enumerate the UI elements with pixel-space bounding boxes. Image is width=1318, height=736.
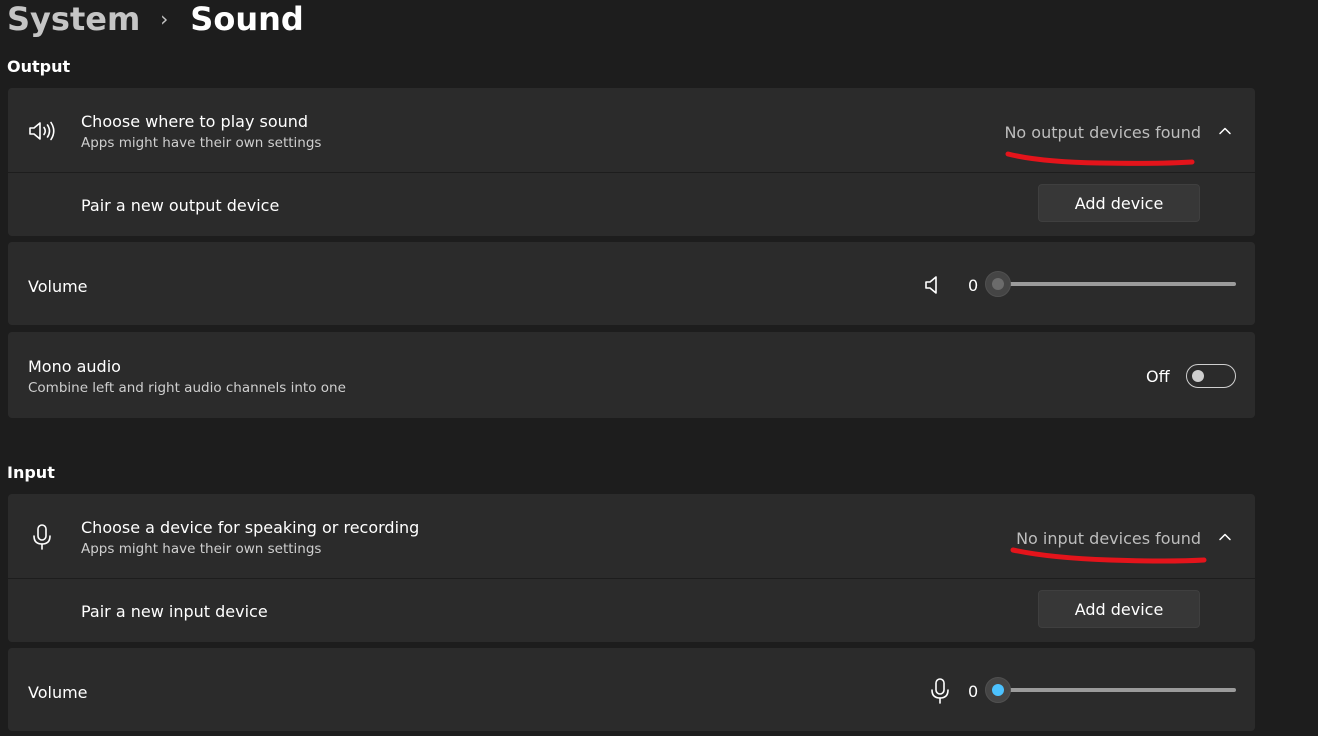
input-volume-thumb-dot — [992, 684, 1004, 696]
sound-settings-page: System › Sound Output Choose where to pl… — [0, 0, 1318, 736]
add-output-device-button[interactable]: Add device — [1038, 184, 1200, 222]
output-choose-title: Choose where to play sound — [81, 112, 309, 131]
input-device-card: Choose a device for speaking or recordin… — [8, 494, 1255, 642]
input-volume-card: Volume 0 — [8, 648, 1255, 731]
input-choose-title: Choose a device for speaking or recordin… — [81, 518, 420, 537]
mono-audio-state: Off — [1146, 367, 1170, 386]
speaker-icon — [28, 119, 56, 147]
output-volume-track[interactable] — [998, 282, 1236, 286]
output-choose-subtitle: Apps might have their own settings — [81, 135, 322, 151]
input-volume-label: Volume — [28, 683, 88, 702]
breadcrumb-system[interactable]: System — [7, 0, 140, 38]
chevron-up-icon[interactable] — [1217, 529, 1233, 545]
input-volume-track[interactable] — [998, 688, 1236, 692]
microphone-icon — [32, 523, 52, 555]
microphone-icon[interactable] — [930, 677, 950, 709]
breadcrumb: System › Sound — [7, 0, 304, 42]
mono-audio-title: Mono audio — [28, 357, 121, 376]
pair-input-label: Pair a new input device — [81, 602, 268, 621]
speaker-muted-icon[interactable] — [924, 275, 942, 299]
input-status: No input devices found — [1016, 529, 1201, 548]
chevron-up-icon[interactable] — [1217, 123, 1233, 139]
output-volume-thumb[interactable] — [985, 271, 1011, 297]
breadcrumb-chevron-icon: › — [160, 7, 169, 31]
input-device-header[interactable]: Choose a device for speaking or recordin… — [8, 494, 1255, 578]
output-section-label: Output — [7, 57, 71, 76]
mono-audio-subtitle: Combine left and right audio channels in… — [28, 380, 346, 396]
mono-audio-toggle-knob — [1192, 370, 1204, 382]
output-volume-label: Volume — [28, 277, 88, 296]
input-choose-subtitle: Apps might have their own settings — [81, 541, 322, 557]
mono-audio-toggle[interactable] — [1186, 364, 1236, 388]
output-volume-value: 0 — [968, 276, 979, 295]
output-device-header[interactable]: Choose where to play sound Apps might ha… — [8, 88, 1255, 172]
output-volume-thumb-dot — [992, 278, 1004, 290]
pair-output-label: Pair a new output device — [81, 196, 280, 215]
divider — [8, 578, 1255, 579]
mono-audio-card: Mono audio Combine left and right audio … — [8, 332, 1255, 418]
output-volume-card: Volume 0 — [8, 242, 1255, 325]
input-volume-value: 0 — [968, 682, 979, 701]
add-input-device-button[interactable]: Add device — [1038, 590, 1200, 628]
input-volume-thumb[interactable] — [985, 677, 1011, 703]
input-section-label: Input — [7, 463, 55, 482]
divider — [8, 172, 1255, 173]
output-device-card: Choose where to play sound Apps might ha… — [8, 88, 1255, 236]
page-title: Sound — [190, 0, 304, 38]
output-status: No output devices found — [1004, 123, 1201, 142]
